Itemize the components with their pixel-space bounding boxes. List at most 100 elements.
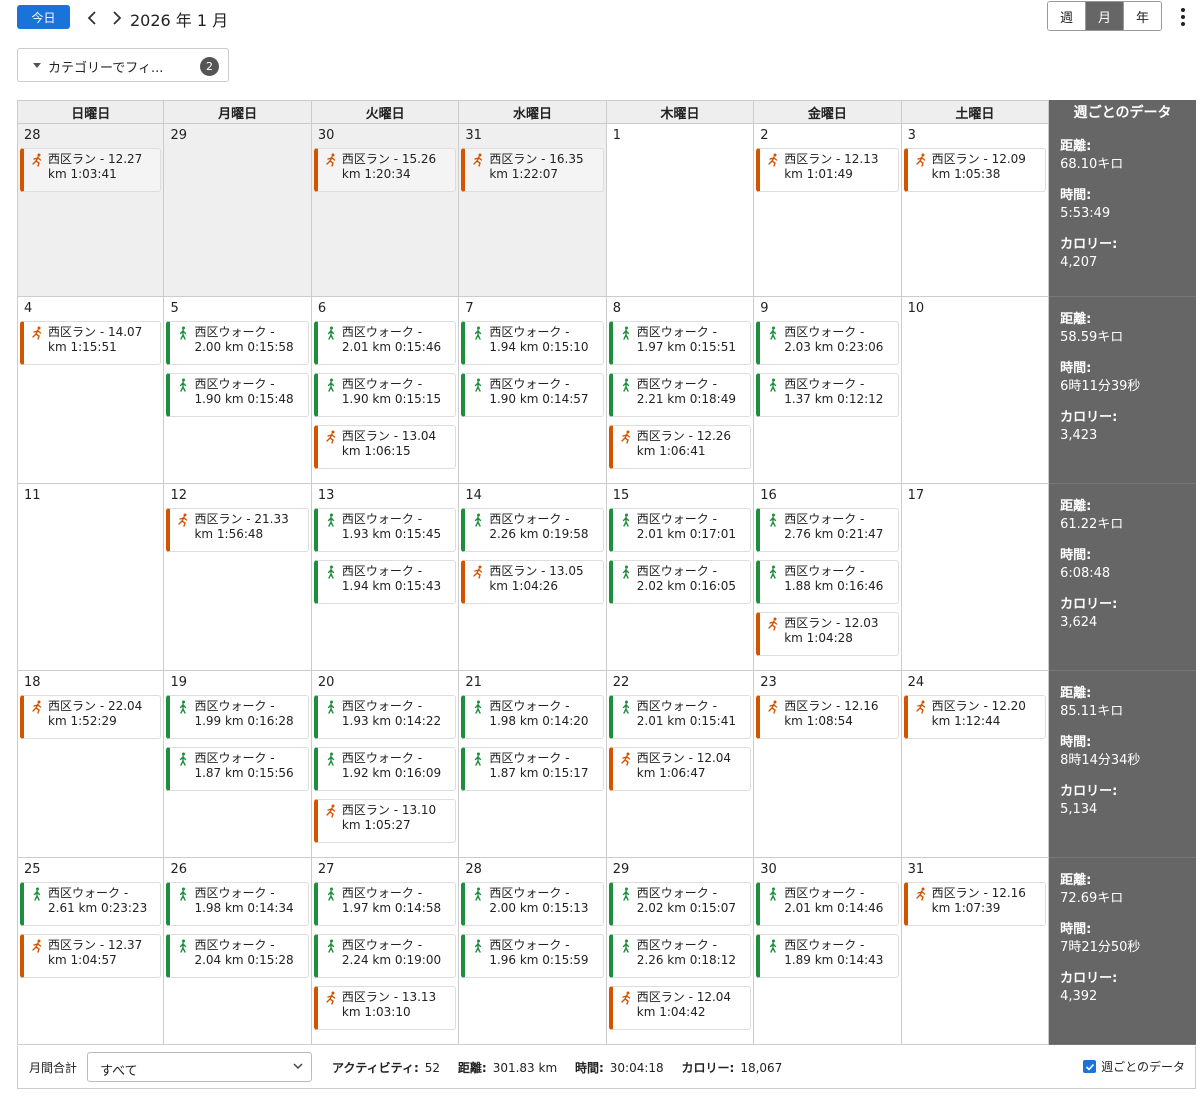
day-cell[interactable]: 1 xyxy=(606,124,755,297)
day-cell[interactable]: 4 西区ラン - 14.07 km 1:15:51 xyxy=(17,297,165,484)
day-cell[interactable]: 11 xyxy=(17,484,165,671)
walk-activity[interactable]: 西区ウォーク -1.99 km 0:16:28 xyxy=(166,695,309,739)
walk-activity[interactable]: 西区ウォーク -1.90 km 0:14:57 xyxy=(461,373,604,417)
day-cell[interactable]: 28 西区ラン - 12.27 km 1:03:41 xyxy=(17,124,165,297)
run-activity[interactable]: 西区ラン - 12.03 km 1:04:28 xyxy=(756,612,899,656)
walk-activity[interactable]: 西区ウォーク -2.26 km 0:19:58 xyxy=(461,508,604,552)
day-cell[interactable]: 21 西区ウォーク -1.98 km 0:14:20 西区ウォーク -1.87 km… xyxy=(459,671,607,858)
walk-activity[interactable]: 西区ウォーク -1.96 km 0:15:59 xyxy=(461,934,604,978)
walk-activity[interactable]: 西区ウォーク -2.01 km 0:15:46 xyxy=(313,321,457,365)
run-activity[interactable]: 西区ラン - 15.26 km 1:20:34 xyxy=(313,148,457,192)
walk-activity[interactable]: 西区ウォーク -2.21 km 0:18:49 xyxy=(608,373,752,417)
walk-activity[interactable]: 西区ウォーク -1.97 km 0:14:58 xyxy=(313,882,457,926)
walk-activity[interactable]: 西区ウォーク -2.01 km 0:15:41 xyxy=(608,695,752,739)
day-cell[interactable]: 28 西区ウォーク -2.00 km 0:15:13 西区ウォーク -1.96 km… xyxy=(459,858,607,1045)
walk-activity[interactable]: 西区ウォーク -2.02 km 0:15:07 xyxy=(608,882,752,926)
day-cell[interactable]: 29 西区ウォーク -2.02 km 0:15:07 西区ウォーク -2.26 km… xyxy=(606,858,755,1045)
walk-activity[interactable]: 西区ウォーク -1.93 km 0:15:45 xyxy=(313,508,457,552)
run-activity[interactable]: 西区ラン - 12.16 km 1:08:54 xyxy=(756,695,899,739)
run-activity[interactable]: 西区ラン - 12.09 km 1:05:38 xyxy=(903,148,1047,192)
walk-activity[interactable]: 西区ウォーク -1.88 km 0:16:46 xyxy=(756,560,899,604)
run-activity[interactable]: 西区ラン - 12.04 km 1:04:42 xyxy=(608,986,752,1030)
day-cell[interactable]: 13 西区ウォーク -1.93 km 0:15:45 西区ウォーク -1.94 km… xyxy=(311,484,460,671)
walk-activity[interactable]: 西区ウォーク -2.02 km 0:16:05 xyxy=(608,560,752,604)
walk-activity[interactable]: 西区ウォーク -1.89 km 0:14:43 xyxy=(756,934,899,978)
day-cell[interactable]: 2 西区ラン - 12.13 km 1:01:49 xyxy=(754,124,902,297)
run-activity[interactable]: 西区ラン - 13.10 km 1:05:27 xyxy=(313,799,457,843)
day-cell[interactable]: 16 西区ウォーク -2.76 km 0:21:47 西区ウォーク -1.88 km… xyxy=(754,484,902,671)
run-activity[interactable]: 西区ラン - 12.27 km 1:03:41 xyxy=(20,148,162,192)
walk-activity[interactable]: 西区ウォーク -2.04 km 0:15:28 xyxy=(166,934,309,978)
day-cell[interactable]: 23 西区ラン - 12.16 km 1:08:54 xyxy=(754,671,902,858)
checkbox-checked-icon[interactable] xyxy=(1083,1060,1097,1073)
walk-activity[interactable]: 西区ウォーク -1.87 km 0:15:56 xyxy=(166,747,309,791)
day-cell[interactable]: 22 西区ウォーク -2.01 km 0:15:41 西区ラン - 12.04 km … xyxy=(606,671,755,858)
category-filter-button[interactable]: カテゴリーでフィ... 2 xyxy=(17,48,229,82)
day-cell[interactable]: 9 西区ウォーク -2.03 km 0:23:06 西区ウォーク -1.37 km … xyxy=(754,297,902,484)
day-cell[interactable]: 3 西区ラン - 12.09 km 1:05:38 xyxy=(901,124,1050,297)
run-activity[interactable]: 西区ラン - 13.04 km 1:06:15 xyxy=(313,425,457,469)
walk-activity[interactable]: 西区ウォーク -2.00 km 0:15:58 xyxy=(166,321,309,365)
run-activity[interactable]: 西区ラン - 12.13 km 1:01:49 xyxy=(756,148,899,192)
run-activity[interactable]: 西区ラン - 12.04 km 1:06:47 xyxy=(608,747,752,791)
day-cell[interactable]: 19 西区ウォーク -1.99 km 0:16:28 西区ウォーク -1.87 km… xyxy=(164,671,312,858)
next-month-button[interactable] xyxy=(108,7,126,29)
run-activity[interactable]: 西区ラン - 22.04 km 1:52:29 xyxy=(20,695,162,739)
day-cell[interactable]: 30 西区ラン - 15.26 km 1:20:34 xyxy=(311,124,460,297)
weekly-data-toggle[interactable]: 週ごとのデータ xyxy=(1083,1058,1185,1075)
day-cell[interactable]: 8 西区ウォーク -1.97 km 0:15:51 西区ウォーク -2.21 km … xyxy=(606,297,755,484)
view-week-button[interactable]: 週 xyxy=(1048,2,1085,30)
walk-activity[interactable]: 西区ウォーク -1.98 km 0:14:20 xyxy=(461,695,604,739)
walk-activity[interactable]: 西区ウォーク -1.87 km 0:15:17 xyxy=(461,747,604,791)
day-cell[interactable]: 27 西区ウォーク -1.97 km 0:14:58 西区ウォーク -2.24 km… xyxy=(311,858,460,1045)
run-activity[interactable]: 西区ラン - 16.35 km 1:22:07 xyxy=(461,148,604,192)
day-cell[interactable]: 24 西区ラン - 12.20 km 1:12:44 xyxy=(901,671,1050,858)
day-cell[interactable]: 17 xyxy=(901,484,1050,671)
day-cell[interactable]: 29 xyxy=(164,124,312,297)
walk-activity[interactable]: 西区ウォーク -1.92 km 0:16:09 xyxy=(313,747,457,791)
run-activity[interactable]: 西区ラン - 14.07 km 1:15:51 xyxy=(20,321,162,365)
run-activity[interactable]: 西区ラン - 12.26 km 1:06:41 xyxy=(608,425,752,469)
run-activity[interactable]: 西区ラン - 12.16 km 1:07:39 xyxy=(903,882,1047,926)
day-cell[interactable]: 14 西区ウォーク -2.26 km 0:19:58 西区ラン - 13.05 km … xyxy=(459,484,607,671)
walk-activity[interactable]: 西区ウォーク -2.00 km 0:15:13 xyxy=(461,882,604,926)
walk-activity[interactable]: 西区ウォーク -2.61 km 0:23:23 xyxy=(20,882,162,926)
view-year-button[interactable]: 年 xyxy=(1123,2,1161,30)
walk-activity[interactable]: 西区ウォーク -2.26 km 0:18:12 xyxy=(608,934,752,978)
day-cell[interactable]: 30 西区ウォーク -2.01 km 0:14:46 西区ウォーク -1.89 km… xyxy=(754,858,902,1045)
walk-activity[interactable]: 西区ウォーク -2.24 km 0:19:00 xyxy=(313,934,457,978)
day-cell[interactable]: 12 西区ラン - 21.33 km 1:56:48 xyxy=(164,484,312,671)
walk-activity[interactable]: 西区ウォーク -1.94 km 0:15:10 xyxy=(461,321,604,365)
walk-activity[interactable]: 西区ウォーク -2.01 km 0:14:46 xyxy=(756,882,899,926)
day-cell[interactable]: 25 西区ウォーク -2.61 km 0:23:23 西区ラン - 12.37 km … xyxy=(17,858,165,1045)
day-cell[interactable]: 5 西区ウォーク -2.00 km 0:15:58 西区ウォーク -1.90 km … xyxy=(164,297,312,484)
run-activity[interactable]: 西区ラン - 13.13 km 1:03:10 xyxy=(313,986,457,1030)
walk-activity[interactable]: 西区ウォーク -2.76 km 0:21:47 xyxy=(756,508,899,552)
day-cell[interactable]: 31 西区ラン - 16.35 km 1:22:07 xyxy=(459,124,607,297)
activity-type-select[interactable]: すべて xyxy=(87,1052,312,1082)
walk-activity[interactable]: 西区ウォーク -1.98 km 0:14:34 xyxy=(166,882,309,926)
walk-activity[interactable]: 西区ウォーク -1.37 km 0:12:12 xyxy=(756,373,899,417)
walk-activity[interactable]: 西区ウォーク -2.03 km 0:23:06 xyxy=(756,321,899,365)
walk-activity[interactable]: 西区ウォーク -1.93 km 0:14:22 xyxy=(313,695,457,739)
day-cell[interactable]: 18 西区ラン - 22.04 km 1:52:29 xyxy=(17,671,165,858)
walk-activity[interactable]: 西区ウォーク -2.01 km 0:17:01 xyxy=(608,508,752,552)
walk-activity[interactable]: 西区ウォーク -1.94 km 0:15:43 xyxy=(313,560,457,604)
day-cell[interactable]: 31 西区ラン - 12.16 km 1:07:39 xyxy=(901,858,1050,1045)
day-cell[interactable]: 6 西区ウォーク -2.01 km 0:15:46 西区ウォーク -1.90 km … xyxy=(311,297,460,484)
walk-activity[interactable]: 西区ウォーク -1.97 km 0:15:51 xyxy=(608,321,752,365)
walk-activity[interactable]: 西区ウォーク -1.90 km 0:15:48 xyxy=(166,373,309,417)
run-activity[interactable]: 西区ラン - 12.20 km 1:12:44 xyxy=(903,695,1047,739)
view-month-button[interactable]: 月 xyxy=(1085,2,1123,30)
prev-month-button[interactable] xyxy=(83,7,101,29)
run-activity[interactable]: 西区ラン - 21.33 km 1:56:48 xyxy=(166,508,309,552)
run-activity[interactable]: 西区ラン - 12.37 km 1:04:57 xyxy=(20,934,162,978)
day-cell[interactable]: 20 西区ウォーク -1.93 km 0:14:22 西区ウォーク -1.92 km… xyxy=(311,671,460,858)
more-options-icon[interactable] xyxy=(1176,6,1190,28)
day-cell[interactable]: 26 西区ウォーク -1.98 km 0:14:34 西区ウォーク -2.04 km… xyxy=(164,858,312,1045)
day-cell[interactable]: 10 xyxy=(901,297,1050,484)
day-cell[interactable]: 7 西区ウォーク -1.94 km 0:15:10 西区ウォーク -1.90 km … xyxy=(459,297,607,484)
day-cell[interactable]: 15 西区ウォーク -2.01 km 0:17:01 西区ウォーク -2.02 km… xyxy=(606,484,755,671)
today-button[interactable]: 今日 xyxy=(17,5,70,29)
run-activity[interactable]: 西区ラン - 13.05 km 1:04:26 xyxy=(461,560,604,604)
